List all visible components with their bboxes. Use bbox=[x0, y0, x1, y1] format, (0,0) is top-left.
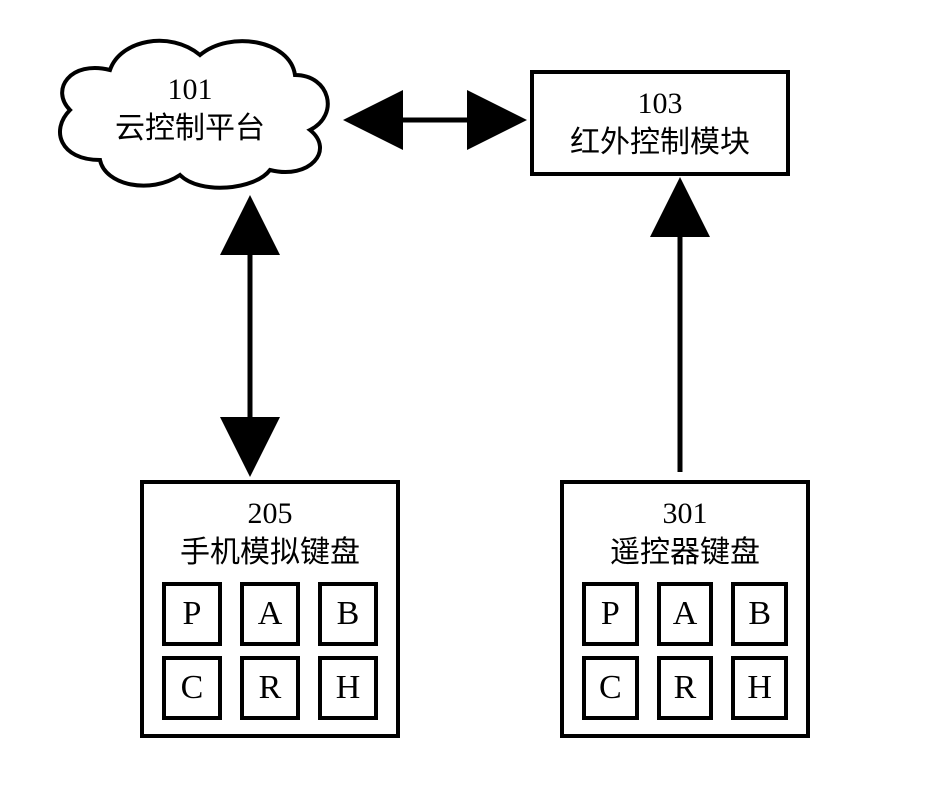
key-r[interactable]: R bbox=[240, 656, 300, 720]
phone-keypad-id: 205 bbox=[156, 494, 384, 533]
module-id: 103 bbox=[548, 84, 772, 123]
key-h[interactable]: H bbox=[318, 656, 378, 720]
key-c[interactable]: C bbox=[582, 656, 639, 720]
key-a[interactable]: A bbox=[240, 582, 300, 646]
key-h[interactable]: H bbox=[731, 656, 788, 720]
key-b[interactable]: B bbox=[318, 582, 378, 646]
key-a[interactable]: A bbox=[657, 582, 714, 646]
phone-keys-grid: P A B C R H bbox=[156, 582, 384, 720]
key-p[interactable]: P bbox=[162, 582, 222, 646]
infrared-module-node: 103 红外控制模块 bbox=[530, 70, 790, 176]
module-label: 红外控制模块 bbox=[548, 123, 772, 162]
key-p[interactable]: P bbox=[582, 582, 639, 646]
cloud-id: 101 bbox=[40, 70, 340, 109]
cloud-node: 101 云控制平台 bbox=[40, 20, 340, 200]
key-b[interactable]: B bbox=[731, 582, 788, 646]
cloud-label: 云控制平台 bbox=[40, 109, 340, 148]
key-c[interactable]: C bbox=[162, 656, 222, 720]
remote-keypad-label: 遥控器键盘 bbox=[576, 533, 794, 572]
key-r[interactable]: R bbox=[657, 656, 714, 720]
phone-keypad-label: 手机模拟键盘 bbox=[156, 533, 384, 572]
remote-keypad-node: 301 遥控器键盘 P A B C R H bbox=[560, 480, 810, 738]
remote-keys-grid: P A B C R H bbox=[576, 582, 794, 720]
remote-keypad-id: 301 bbox=[576, 494, 794, 533]
phone-keypad-node: 205 手机模拟键盘 P A B C R H bbox=[140, 480, 400, 738]
